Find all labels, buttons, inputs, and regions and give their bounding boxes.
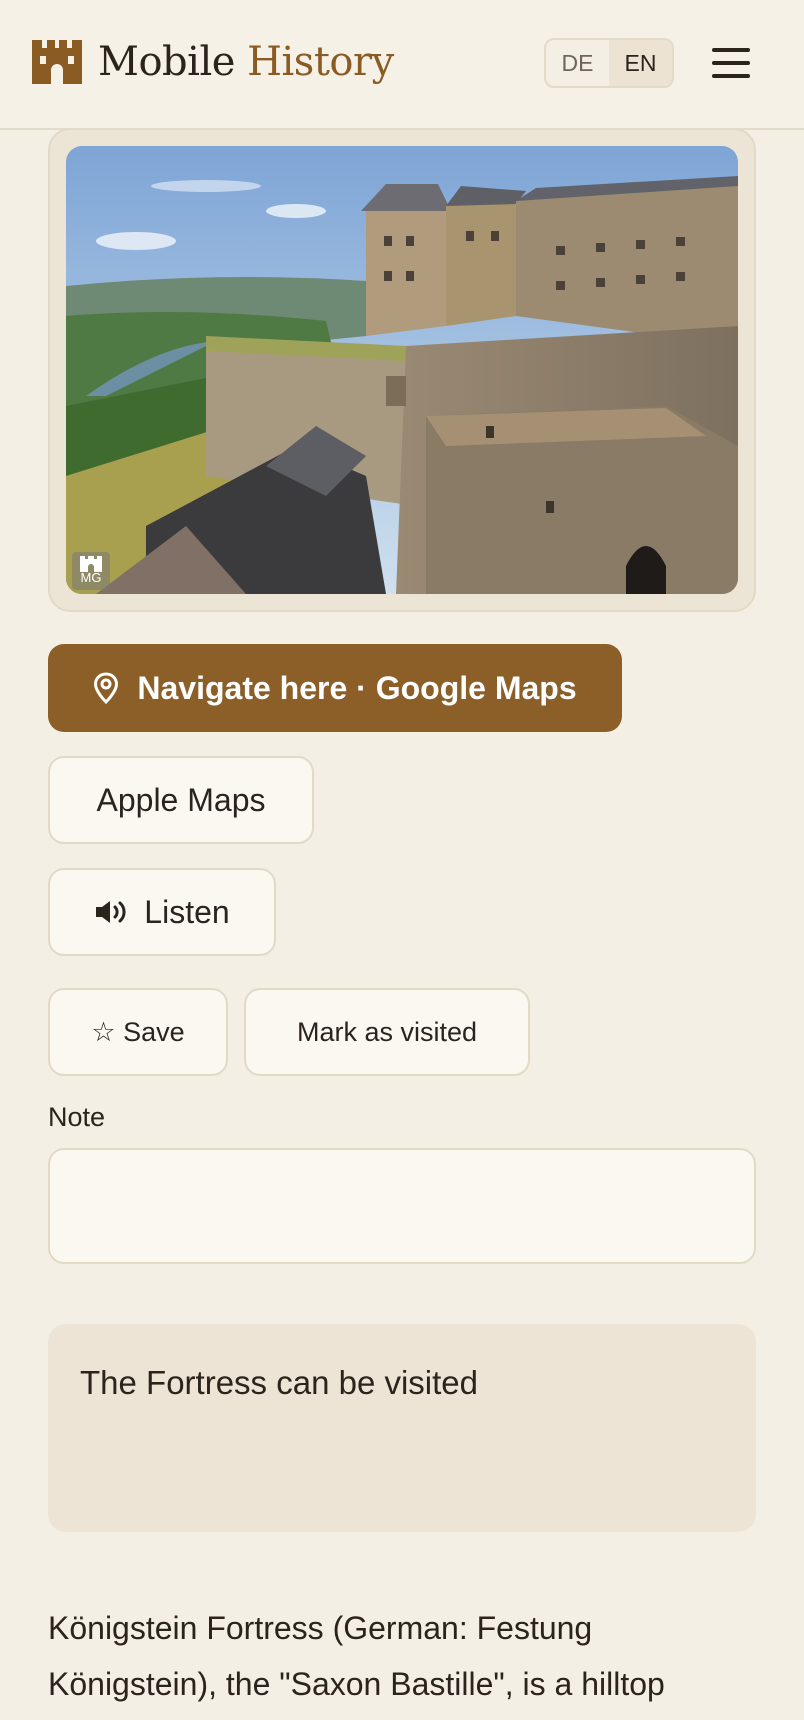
apple-maps-button-label: Apple Maps [96, 781, 266, 818]
note-label: Note [48, 1102, 106, 1132]
menu-line [712, 74, 750, 78]
menu-line [712, 61, 750, 65]
listen-button-label: Listen [144, 893, 230, 930]
description-text: Königstein Fortress (German: Festung Kön… [48, 1610, 665, 1702]
logo-word-history: History [247, 39, 394, 85]
visit-info-text: The Fortress can be visited [80, 1364, 478, 1401]
map-pin-icon [94, 672, 119, 704]
navigate-google-maps-button[interactable]: Navigate here · Google Maps [48, 644, 622, 732]
language-de-button[interactable]: DE [546, 40, 609, 86]
save-button-label: ☆ Save [91, 1016, 185, 1047]
photo-badge-text: MG [80, 570, 102, 585]
language-switcher: DE EN [544, 38, 674, 88]
mark-visited-label: Mark as visited [296, 1016, 478, 1047]
logo-text: Mobile History [98, 42, 394, 82]
visit-info-box: The Fortress can be visited [48, 1324, 756, 1532]
photo-frame: MG [48, 128, 756, 612]
language-en-button[interactable]: EN [609, 40, 672, 86]
hamburger-menu-icon[interactable] [712, 48, 750, 78]
app-header: Mobile History DE EN [0, 0, 804, 130]
fortress-illustration [66, 146, 738, 594]
menu-line [712, 48, 750, 52]
logo-word-mobile: Mobile [98, 39, 235, 85]
note-textarea[interactable] [48, 1148, 756, 1264]
mark-as-visited-button[interactable]: Mark as visited [244, 988, 530, 1076]
apple-maps-button[interactable]: Apple Maps [48, 756, 314, 844]
navigate-button-label: Navigate here · Google Maps [137, 669, 577, 706]
save-button[interactable]: ☆ Save [48, 988, 228, 1076]
castle-icon [32, 40, 82, 84]
speaker-icon [96, 901, 126, 923]
photo-attribution-badge: MG [72, 552, 110, 590]
listen-button[interactable]: Listen [48, 868, 276, 956]
logo[interactable]: Mobile History [32, 40, 394, 84]
fortress-photo[interactable]: MG [66, 146, 738, 594]
